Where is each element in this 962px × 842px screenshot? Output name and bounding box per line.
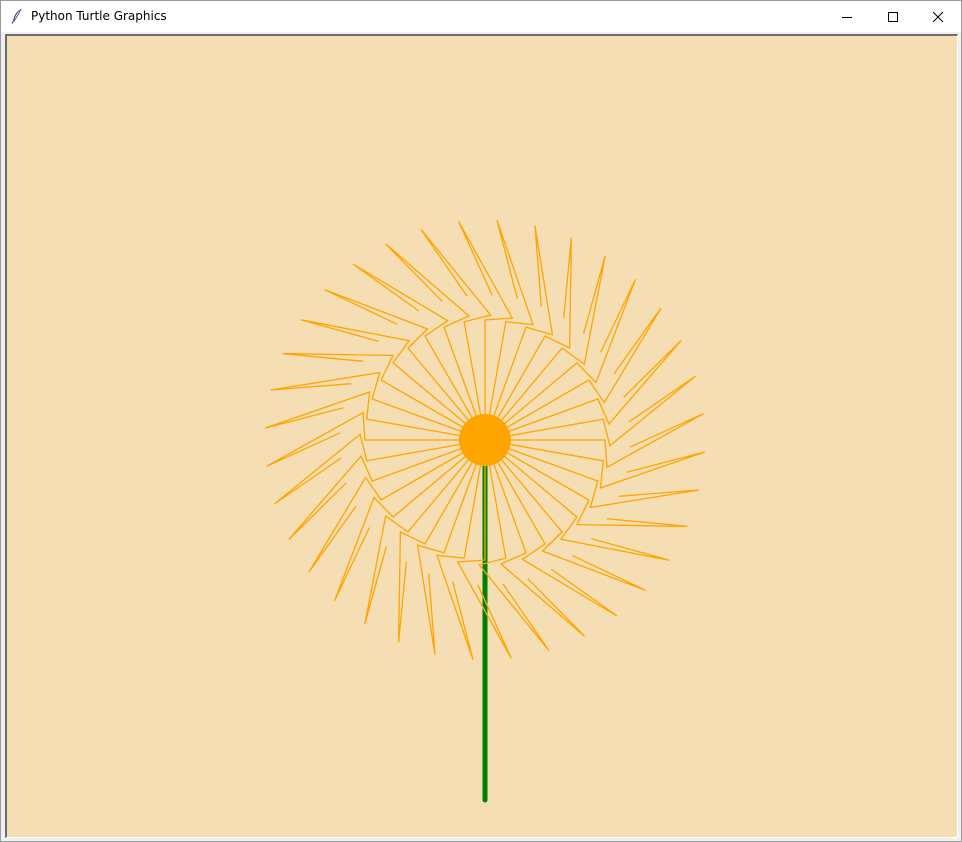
petal-spoke <box>300 319 486 441</box>
petal-spoke <box>484 439 705 489</box>
petal-spoke <box>324 288 486 441</box>
petal-spoke <box>484 220 534 441</box>
minimize-button[interactable] <box>824 1 870 32</box>
title-bar[interactable]: Python Turtle Graphics <box>1 1 961 32</box>
petal-spoke <box>484 439 646 592</box>
petal-spoke <box>282 352 486 441</box>
petal-spoke <box>265 391 486 441</box>
petal-spoke <box>484 255 606 441</box>
maximize-button[interactable] <box>870 1 916 32</box>
flower-drawing <box>265 220 705 803</box>
petal-spoke <box>484 439 670 561</box>
feather-icon <box>11 8 22 24</box>
petal-spoke <box>308 439 486 573</box>
window-title: Python Turtle Graphics <box>31 9 167 23</box>
minimize-icon <box>842 16 852 18</box>
turtle-canvas[interactable] <box>5 34 958 838</box>
close-button[interactable] <box>915 1 961 32</box>
petal-spoke <box>436 439 486 660</box>
center-disc <box>459 414 511 466</box>
turtle-window: Python Turtle Graphics <box>0 0 962 842</box>
maximize-icon <box>888 11 898 22</box>
petal-spoke <box>416 439 486 655</box>
petal-spoke <box>270 371 486 441</box>
petal-spoke <box>484 225 554 441</box>
flower-center <box>459 414 511 466</box>
petal-spoke <box>484 439 618 617</box>
petal-spoke <box>484 439 688 528</box>
petal-spoke <box>352 263 486 441</box>
petal-spoke <box>484 307 662 441</box>
petal-spoke <box>484 439 700 509</box>
petal-spoke <box>397 439 486 643</box>
close-icon <box>932 11 944 22</box>
petal-spoke <box>333 439 486 601</box>
petal-spoke <box>364 439 486 625</box>
petal-spoke <box>484 279 637 441</box>
petal-spoke <box>484 237 573 441</box>
